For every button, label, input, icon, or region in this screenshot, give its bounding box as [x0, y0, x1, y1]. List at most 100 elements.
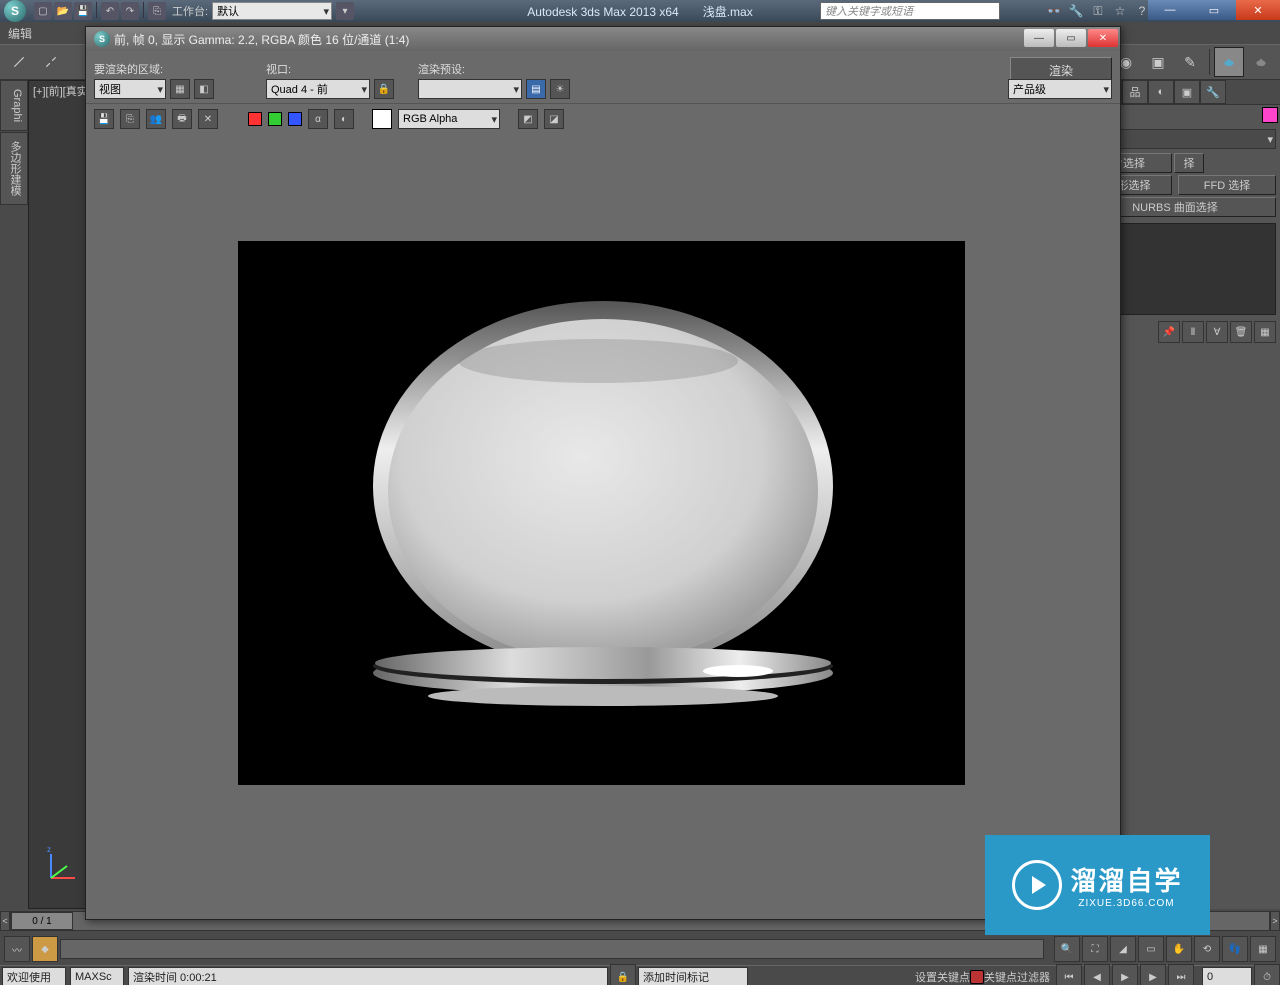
- unique-icon[interactable]: ∀: [1206, 321, 1228, 343]
- menu-edit[interactable]: 编辑: [8, 25, 32, 42]
- rw-minimize-button[interactable]: —: [1024, 29, 1054, 47]
- goto-end-icon[interactable]: ⏭: [1168, 964, 1194, 985]
- redo-icon[interactable]: ↷: [121, 2, 139, 20]
- nav-maxview-icon[interactable]: ▦: [1250, 936, 1276, 962]
- viewport-label[interactable]: [+][前][真实: [33, 83, 88, 99]
- teapot-quick-icon[interactable]: [1246, 47, 1276, 77]
- viewport-dropdown[interactable]: Quad 4 - 前: [266, 79, 370, 99]
- cp-motion-icon[interactable]: ◐: [1148, 80, 1174, 104]
- auto-region-icon[interactable]: ◧: [194, 79, 214, 99]
- ts-thumb[interactable]: 0 / 1: [11, 912, 73, 930]
- lock-viewport-icon[interactable]: 🔒: [374, 79, 394, 99]
- frame-spinner[interactable]: 0: [1202, 967, 1252, 985]
- toggle-overlay-icon[interactable]: ◩: [518, 109, 538, 129]
- minimize-button[interactable]: —: [1148, 0, 1192, 20]
- link-icon[interactable]: ⎘: [148, 2, 166, 20]
- left-ribbon-tabs: Graphi 多边形建模: [0, 80, 28, 909]
- undo-icon[interactable]: ↶: [101, 2, 119, 20]
- maximize-button[interactable]: ▭: [1192, 0, 1236, 20]
- preset-dropdown[interactable]: [418, 79, 522, 99]
- workspace-dropdown[interactable]: 默认: [212, 2, 332, 20]
- tab-poly-model[interactable]: 多边形建模: [0, 132, 28, 205]
- tb-curve-icon[interactable]: 〰: [4, 936, 30, 962]
- save-icon[interactable]: 💾: [74, 2, 92, 20]
- play-icon[interactable]: ▶: [1112, 964, 1138, 985]
- clone-image-icon[interactable]: 👥: [146, 109, 166, 129]
- render-output-area[interactable]: [86, 131, 1120, 919]
- cp-hierarchy-icon[interactable]: 品: [1122, 80, 1148, 104]
- welcome-cell: 欢迎使用: [2, 967, 66, 985]
- next-frame-icon[interactable]: ▶: [1140, 964, 1166, 985]
- nav-walk-icon[interactable]: 👣: [1222, 936, 1248, 962]
- goto-start-icon[interactable]: ⏮: [1056, 964, 1082, 985]
- rendered-image: [238, 241, 965, 785]
- nav-pan-icon[interactable]: ✋: [1166, 936, 1192, 962]
- sel-partial[interactable]: 择: [1174, 153, 1204, 173]
- close-button[interactable]: ✕: [1236, 0, 1280, 20]
- green-channel-icon[interactable]: [268, 112, 282, 126]
- environment-icon[interactable]: ☀: [550, 79, 570, 99]
- remove-mod-icon[interactable]: 🗑: [1230, 321, 1252, 343]
- render-window-titlebar[interactable]: S 前, 帧 0, 显示 Gamma: 2.2, RGBA 颜色 16 位/通道…: [86, 27, 1120, 51]
- cp-display-icon[interactable]: ▣: [1174, 80, 1200, 104]
- new-icon[interactable]: ▢: [34, 2, 52, 20]
- tab-graphite[interactable]: Graphi: [0, 80, 28, 131]
- nav-fov-icon[interactable]: ◢: [1110, 936, 1136, 962]
- edit-region-icon[interactable]: ▦: [170, 79, 190, 99]
- ts-next-icon[interactable]: >: [1270, 911, 1280, 931]
- setkey-icon[interactable]: [970, 970, 984, 984]
- workspace-more-icon[interactable]: ▾: [336, 2, 354, 20]
- nav-zoom-icon[interactable]: 🔍: [1054, 936, 1080, 962]
- workspace-label: 工作台:: [172, 3, 208, 19]
- open-icon[interactable]: 📂: [54, 2, 72, 20]
- render-analysis-icon[interactable]: ✎: [1175, 47, 1205, 77]
- print-icon[interactable]: 🖶: [172, 109, 192, 129]
- alpha-channel-icon[interactable]: α: [308, 109, 328, 129]
- key-icon[interactable]: ⚿: [1090, 3, 1106, 19]
- configure-icon[interactable]: ▦: [1254, 321, 1276, 343]
- red-channel-icon[interactable]: [248, 112, 262, 126]
- toggle-ui-icon[interactable]: ◪: [544, 109, 564, 129]
- wrench-icon[interactable]: 🔧: [1068, 3, 1084, 19]
- area-dropdown[interactable]: 视图: [94, 79, 166, 99]
- bg-color-swatch[interactable]: [372, 109, 392, 129]
- setkey-label[interactable]: 设置关键点: [915, 969, 970, 985]
- save-image-icon[interactable]: 💾: [94, 109, 114, 129]
- status-bar: 欢迎使用 MAXSc 渲染时间 0:00:21 🔒 添加时间标记 设置关键点 关…: [0, 965, 1280, 985]
- viewport-select-label: 视口:: [266, 61, 394, 77]
- rw-maximize-button[interactable]: ▭: [1056, 29, 1086, 47]
- maxscript-cell[interactable]: MAXSc: [70, 967, 124, 985]
- lock-icon[interactable]: 🔒: [610, 964, 636, 985]
- pin-stack-icon[interactable]: 📌: [1158, 321, 1180, 343]
- search-input[interactable]: 键入关键字或短语: [820, 2, 1000, 20]
- channel-dropdown[interactable]: RGB Alpha: [398, 109, 500, 129]
- render-setup-shortcut-icon[interactable]: ▤: [526, 79, 546, 99]
- production-dropdown[interactable]: 产品级: [1008, 79, 1112, 99]
- keyfilter-label[interactable]: 关键点过滤器: [984, 969, 1050, 985]
- nav-zoomall-icon[interactable]: ⛶: [1082, 936, 1108, 962]
- mono-channel-icon[interactable]: ◐: [334, 109, 354, 129]
- render-icon[interactable]: ▣: [1143, 47, 1173, 77]
- clear-icon[interactable]: ✕: [198, 109, 218, 129]
- teapot-render-icon[interactable]: [1214, 47, 1244, 77]
- app-icon: S: [4, 0, 26, 22]
- ffd-select-button[interactable]: FFD 选择: [1178, 175, 1276, 195]
- show-end-icon[interactable]: Ⅱ: [1182, 321, 1204, 343]
- nav-orbit-icon[interactable]: ⟲: [1194, 936, 1220, 962]
- select-link-icon[interactable]: [4, 47, 34, 77]
- unlink-icon[interactable]: [36, 47, 66, 77]
- time-config-icon[interactable]: ⏱: [1254, 964, 1280, 985]
- tb-key-icon[interactable]: ◆: [32, 936, 58, 962]
- blue-channel-icon[interactable]: [288, 112, 302, 126]
- cp-utility-icon[interactable]: 🔧: [1200, 80, 1226, 104]
- object-color-swatch[interactable]: [1262, 107, 1278, 123]
- copy-image-icon[interactable]: ⎘: [120, 109, 140, 129]
- prev-frame-icon[interactable]: ◀: [1084, 964, 1110, 985]
- star-icon[interactable]: ☆: [1112, 3, 1128, 19]
- rw-close-button[interactable]: ✕: [1088, 29, 1118, 47]
- prompt-cell: 渲染时间 0:00:21: [128, 967, 608, 985]
- add-time-marker-cell[interactable]: 添加时间标记: [638, 967, 748, 985]
- binocular-icon[interactable]: 👓: [1046, 3, 1062, 19]
- ts-prev-icon[interactable]: <: [0, 911, 10, 931]
- nav-zoomext-icon[interactable]: ▭: [1138, 936, 1164, 962]
